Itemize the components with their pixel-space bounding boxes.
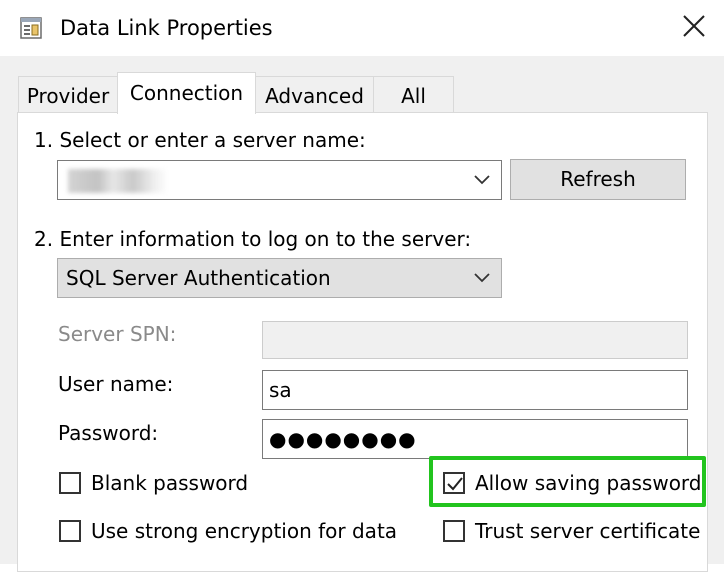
- refresh-button[interactable]: Refresh: [510, 159, 686, 200]
- close-icon[interactable]: [680, 12, 708, 40]
- trust-server-certificate-checkbox[interactable]: [443, 520, 465, 542]
- username-input[interactable]: sa: [262, 370, 688, 410]
- chevron-down-icon: [474, 273, 490, 283]
- step1-label: 1. Select or enter a server name:: [34, 128, 366, 152]
- trust-server-certificate-label: Trust server certificate: [475, 519, 701, 543]
- tab-all[interactable]: All: [373, 76, 454, 112]
- blank-password-checkbox[interactable]: [59, 472, 81, 494]
- redacted-server-name: [68, 169, 168, 193]
- auth-mode-value: SQL Server Authentication: [66, 266, 331, 290]
- auth-mode-select[interactable]: SQL Server Authentication: [57, 258, 502, 298]
- window-title: Data Link Properties: [60, 16, 273, 40]
- strong-encryption-checkbox[interactable]: [59, 520, 81, 542]
- tab-connection[interactable]: Connection: [117, 72, 256, 114]
- tab-provider[interactable]: Provider: [18, 76, 118, 112]
- chevron-down-icon: [474, 175, 490, 185]
- blank-password-label: Blank password: [91, 471, 249, 495]
- server-spn-input[interactable]: [262, 321, 688, 359]
- step2-label: 2. Enter information to log on to the se…: [34, 227, 472, 251]
- username-label: User name:: [58, 372, 174, 396]
- database-properties-icon: [18, 15, 46, 41]
- strong-encryption-label: Use strong encryption for data: [91, 519, 398, 543]
- server-spn-label: Server SPN:: [58, 322, 177, 346]
- highlight-box: [429, 456, 706, 507]
- password-label: Password:: [58, 421, 159, 445]
- password-input[interactable]: ●●●●●●●●: [262, 419, 688, 459]
- server-name-combo[interactable]: [57, 160, 502, 200]
- tab-advanced[interactable]: Advanced: [255, 76, 374, 112]
